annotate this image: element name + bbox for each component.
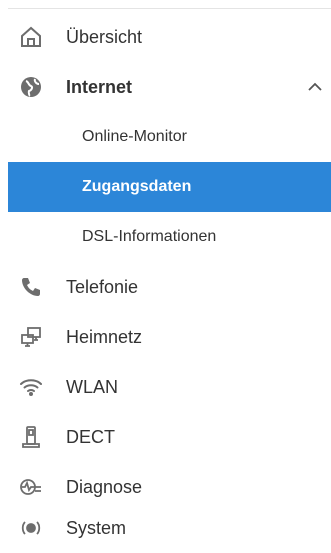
wifi-icon	[18, 374, 44, 400]
diagnose-icon	[18, 474, 44, 500]
sidebar-nav: Übersicht Internet Online-Monitor Zugang…	[0, 0, 331, 553]
chevron-up-icon[interactable]	[305, 77, 325, 97]
nav-item-label: Übersicht	[66, 26, 143, 47]
nav-item-label: DECT	[66, 426, 115, 447]
sub-item-dsl-informationen[interactable]: DSL-Informationen	[8, 212, 331, 262]
divider	[8, 8, 331, 9]
system-icon	[18, 515, 44, 541]
nav-item-system[interactable]: System	[8, 503, 331, 553]
network-icon	[18, 324, 44, 350]
nav-item-uebersicht[interactable]: Übersicht	[8, 12, 331, 62]
nav-item-label: Diagnose	[66, 476, 143, 497]
phone-icon	[18, 274, 44, 300]
nav-item-label: Internet	[66, 76, 133, 97]
nav-item-dect[interactable]: DECT	[8, 412, 331, 462]
sub-item-zugangsdaten[interactable]: Zugangsdaten	[8, 162, 331, 212]
home-icon	[18, 24, 44, 50]
globe-icon	[18, 74, 44, 100]
nav-item-internet[interactable]: Internet	[8, 62, 331, 112]
nav-item-label: System	[66, 517, 127, 538]
sub-item-online-monitor[interactable]: Online-Monitor	[8, 112, 331, 162]
nav-item-wlan[interactable]: WLAN	[8, 362, 331, 412]
sub-item-label: Zugangsdaten	[82, 178, 192, 195]
nav-item-label: WLAN	[66, 376, 119, 397]
sub-item-label: Online-Monitor	[82, 128, 187, 145]
dect-icon	[18, 424, 44, 450]
nav-item-label: Telefonie	[66, 276, 139, 297]
nav-item-telefonie[interactable]: Telefonie	[8, 262, 331, 312]
sub-item-label: DSL-Informationen	[82, 228, 217, 245]
nav-item-heimnetz[interactable]: Heimnetz	[8, 312, 331, 362]
nav-item-label: Heimnetz	[66, 326, 143, 347]
